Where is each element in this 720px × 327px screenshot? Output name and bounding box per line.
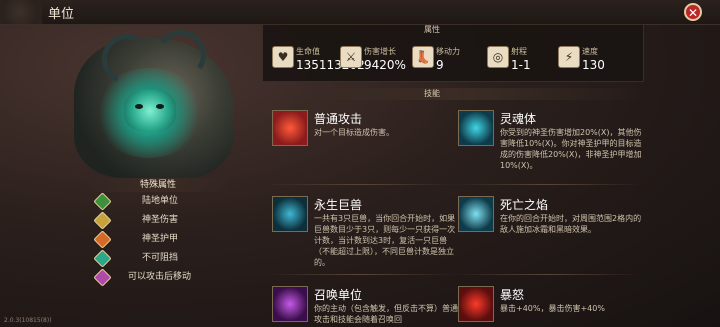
stat-value: 9: [436, 58, 444, 72]
lightning-icon: ⚡: [558, 46, 580, 68]
summon-icon: [272, 286, 308, 322]
damage-growth-icon: ⚔: [340, 46, 362, 68]
skill-divider: [452, 184, 642, 185]
attribute-label: 神圣伤害: [142, 215, 179, 225]
skills-section-label: 技能: [424, 89, 440, 98]
version-label: 2.0.3(10815(8)): [4, 317, 52, 324]
skill-name: 普通攻击: [314, 112, 363, 126]
skill-description: 对一个目标造成伤害。: [314, 128, 394, 137]
attribute-row: 可以攻击后移动: [84, 268, 232, 287]
skill-description: 暴击+40%，暴击伤害+40%: [500, 304, 605, 313]
move-after-attack-icon: [93, 268, 112, 287]
skill-description: 你受到的神圣伤害增加20%(X)，其他伤害降低10%(X)。你对神圣护甲的目标造…: [500, 128, 642, 170]
unit-portrait: [64, 26, 240, 178]
skill-divider: [266, 184, 456, 185]
skill-name: 灵魂体: [500, 112, 537, 126]
land-unit-icon: [93, 192, 112, 211]
skill-name: 永生巨兽: [314, 198, 363, 212]
stat-1: ⚔ 伤害增长 9420%: [340, 42, 408, 76]
special-attributes-panel: 特殊属性 陆地单位神圣伤害神圣护甲不可阻挡可以攻击后移动: [84, 178, 232, 287]
stat-value: 1-1: [511, 58, 531, 72]
sword-slash-icon: [272, 110, 308, 146]
stat-label: 生命值: [296, 47, 320, 56]
cloud-icon: [0, 0, 42, 24]
stat-label: 速度: [582, 47, 598, 56]
death-flame-icon: [458, 196, 494, 232]
immortal-beast-icon: [272, 196, 308, 232]
holy-armor-icon: [93, 230, 112, 249]
stat-value: 9420%: [364, 58, 406, 72]
rage-icon: [458, 286, 494, 322]
attribute-label: 神圣护甲: [142, 234, 179, 244]
target-icon: ◎: [487, 46, 509, 68]
beast-eye: [135, 104, 143, 109]
stat-label: 射程: [511, 47, 527, 56]
attribute-row: 神圣护甲: [84, 230, 232, 249]
attribute-row: 陆地单位: [84, 192, 232, 211]
beast-eye: [156, 104, 164, 109]
skill-description: 一共有3只巨兽，当你回合开始时，如果巨兽数目少于3只，则每少一只获得一次计数，当…: [314, 214, 456, 267]
skill-name: 召唤单位: [314, 288, 363, 302]
skill-divider: [266, 274, 456, 275]
boot-icon: 👢: [412, 46, 434, 68]
stat-3: ◎ 射程 1-1: [487, 42, 555, 76]
unstoppable-icon: [93, 249, 112, 268]
close-button[interactable]: ✕: [684, 3, 702, 21]
skill-name: 死亡之焰: [500, 198, 549, 212]
attribute-label: 可以攻击后移动: [128, 272, 192, 282]
beast-skull: [124, 90, 176, 132]
stats-section-label: 属性: [424, 25, 440, 34]
skill-description: 在你的回合开始时，对周围范围2格内的敌人施加冰霜和黑暗效果。: [500, 214, 642, 234]
title-bar: 单位 ✕: [0, 0, 720, 25]
window-title: 单位: [48, 7, 75, 22]
skills-header: [262, 88, 642, 100]
stat-2: 👢 移动力 9: [412, 42, 480, 76]
attribute-label: 不可阻挡: [142, 253, 179, 263]
stat-0: ♥ 生命值 135113202: [272, 42, 365, 76]
skill-description: 你的主动（包含触发，但反击不算）普通攻击和技能会随着召唤回: [314, 304, 458, 324]
spirit-icon: [458, 110, 494, 146]
close-icon: ✕: [687, 6, 699, 20]
holy-damage-icon: [93, 211, 112, 230]
stat-label: 伤害增长: [364, 47, 396, 56]
special-attributes-header: 特殊属性: [84, 178, 232, 192]
stat-value: 130: [582, 58, 605, 72]
skill-name: 暴怒: [500, 288, 525, 302]
attribute-label: 陆地单位: [142, 196, 179, 206]
skill-divider: [452, 274, 642, 275]
stat-label: 移动力: [436, 47, 460, 56]
attribute-row: 神圣伤害: [84, 211, 232, 230]
stat-4: ⚡ 速度 130: [558, 42, 626, 76]
attribute-row: 不可阻挡: [84, 249, 232, 268]
heart-icon: ♥: [272, 46, 294, 68]
